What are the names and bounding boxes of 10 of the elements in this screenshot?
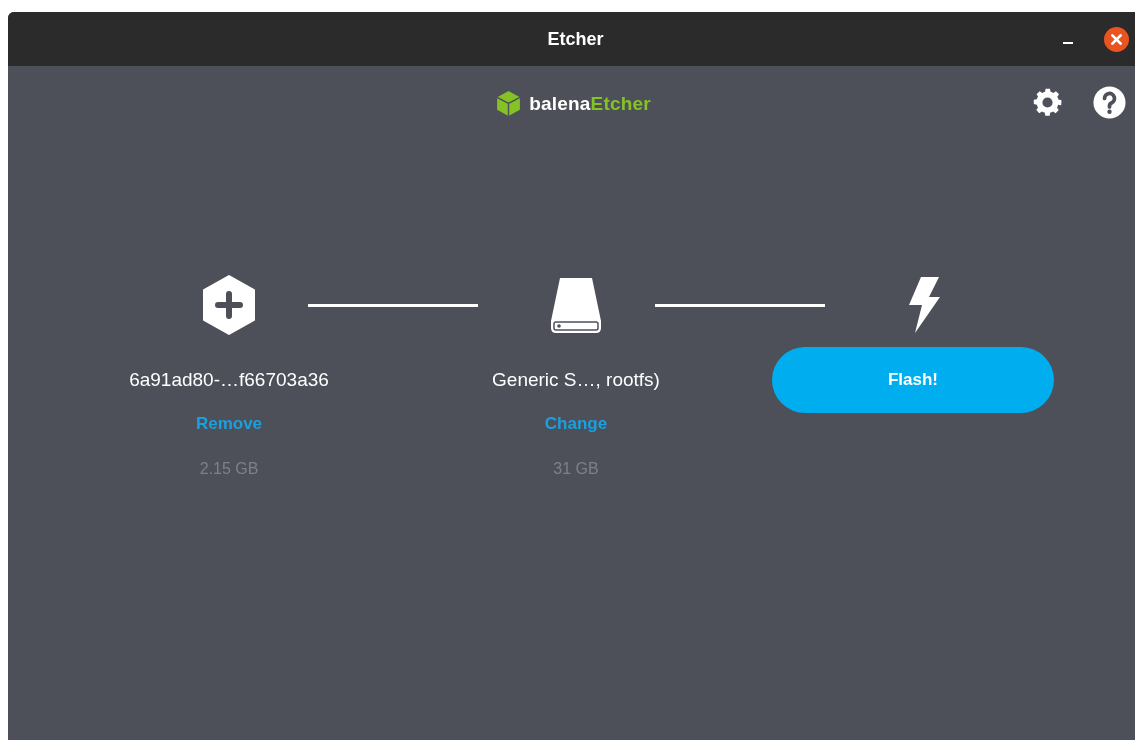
logo-text: balenaEtcher bbox=[529, 92, 651, 115]
hexagon-plus-icon bbox=[200, 275, 258, 335]
action-link[interactable]: Remove bbox=[195, 414, 263, 434]
file-name: Generic S…, rootfs) bbox=[492, 369, 660, 391]
close-icon[interactable] bbox=[1104, 27, 1129, 52]
window-title: Etcher bbox=[547, 28, 604, 50]
action-link[interactable]: Change bbox=[544, 414, 608, 434]
flash-button[interactable]: Flash! bbox=[772, 347, 1054, 413]
file-name: 6a91ad80-…f66703a36 bbox=[129, 369, 329, 391]
help-icon[interactable] bbox=[1092, 85, 1127, 120]
